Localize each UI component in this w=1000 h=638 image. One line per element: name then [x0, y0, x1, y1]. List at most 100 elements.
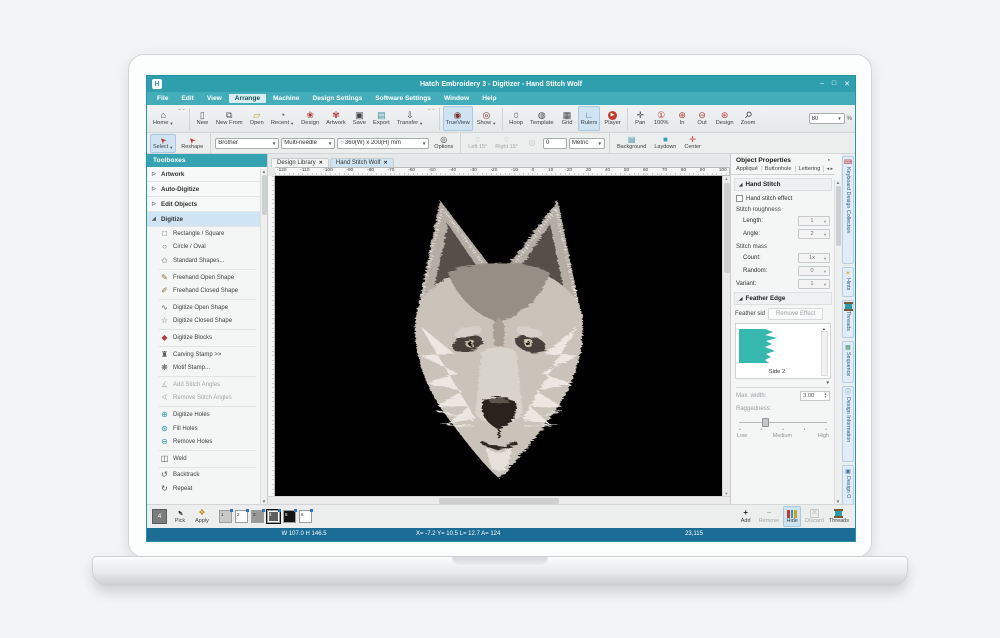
- palette-discard-button[interactable]: ✕Discard: [804, 506, 825, 527]
- doc-tab-hand-stitch-wolf[interactable]: Hand Stitch Wolf✕: [330, 158, 394, 167]
- menu-help[interactable]: Help: [476, 94, 502, 103]
- maximize-button[interactable]: □: [832, 80, 836, 88]
- color-swatch-2[interactable]: 2: [235, 510, 248, 523]
- toolbar-button-zoom[interactable]: ⚲Zoom: [738, 106, 759, 131]
- length-select[interactable]: 1▼: [798, 216, 830, 226]
- rotate-angle-input[interactable]: 0: [543, 138, 567, 149]
- random-select[interactable]: 0▼: [798, 266, 830, 276]
- tool-weld[interactable]: ◫Weld: [147, 452, 260, 466]
- color-swatch-5[interactable]: 5: [283, 510, 296, 523]
- toolbar-button-artwork[interactable]: ✾Artwork: [323, 106, 349, 131]
- toolbar-overflow-chevron[interactable]: ⌄⌄: [177, 107, 185, 111]
- toolbar-button-design[interactable]: ❀Design: [298, 106, 322, 131]
- palette-remove-button[interactable]: −Remove: [758, 506, 780, 527]
- close-tab-icon[interactable]: ✕: [319, 160, 323, 166]
- toolbar-button-laydown[interactable]: ■Laydown: [651, 134, 679, 153]
- tool-digitize-blocks[interactable]: ◆Digitize Blocks: [147, 331, 260, 345]
- variant-select[interactable]: 1▼: [798, 279, 830, 289]
- toolbar-button-new[interactable]: ▯New: [193, 106, 212, 131]
- toolbar-button-in[interactable]: ⊕In: [673, 106, 692, 131]
- toolbar-button-show[interactable]: ◎Show▼: [474, 106, 499, 131]
- menu-view[interactable]: View: [201, 94, 228, 103]
- toolbar-button-options[interactable]: ◎Options: [431, 134, 456, 153]
- combo-multi-needle[interactable]: Multi-needle▼: [281, 138, 335, 149]
- zoom-level-combo[interactable]: 80▼: [809, 113, 845, 124]
- toolbar-button-out[interactable]: ⊖Out: [693, 106, 712, 131]
- tab-lettering[interactable]: Lettering: [796, 166, 825, 172]
- menu-window[interactable]: Window: [438, 94, 475, 103]
- feather-gallery-dropdown[interactable]: ▼: [736, 380, 830, 388]
- menu-file[interactable]: File: [151, 94, 174, 103]
- toolbar-overflow-chevron[interactable]: ⌄⌄: [427, 107, 435, 111]
- raggedness-slider-thumb[interactable]: [762, 418, 769, 427]
- tab-applique[interactable]: Appliqué: [733, 166, 762, 172]
- close-tab-icon[interactable]: ✕: [383, 160, 387, 166]
- toolbar-button-right-15[interactable]: ○Right 15°: [492, 134, 521, 153]
- tool-digitize-closed-shape[interactable]: ☆Digitize Closed Shape: [147, 315, 260, 329]
- apply-color-button[interactable]: ❖Apply: [193, 506, 211, 527]
- combo-metric[interactable]: Metric▼: [569, 138, 605, 149]
- menu-machine[interactable]: Machine: [267, 94, 305, 103]
- raggedness-slider[interactable]: [739, 418, 827, 427]
- toolbar-button-reshape[interactable]: ➤Reshape: [178, 134, 206, 153]
- toolbar-button-new-from[interactable]: ⧉New From: [213, 106, 246, 131]
- toolbox-section-auto-digitize[interactable]: ▷Auto-Digitize: [147, 182, 260, 197]
- docker-tab-design-o[interactable]: ▣Design O: [842, 465, 854, 504]
- minimize-button[interactable]: –: [820, 80, 824, 88]
- hand-stitch-effect-checkbox[interactable]: [736, 195, 743, 202]
- toolbar-button-rulers[interactable]: ∟Rulers: [578, 106, 601, 131]
- toolbar-button-select[interactable]: ➤Select▼: [150, 134, 176, 153]
- angle-select[interactable]: 2▼: [798, 229, 830, 239]
- toolbar-button-hoop-small-icon[interactable]: ◎: [523, 134, 541, 153]
- tool-repeat[interactable]: ↻Repeat: [147, 482, 260, 496]
- color-swatch-6[interactable]: 6: [299, 510, 312, 523]
- toolbar-button-player[interactable]: ▶Player: [601, 106, 623, 131]
- toolbar-button-background[interactable]: ▤Background: [614, 134, 649, 153]
- feather-preview[interactable]: Side 2 ▲: [735, 323, 831, 379]
- palette-threads-button[interactable]: Threads: [828, 506, 850, 527]
- count-select[interactable]: 1x▼: [798, 253, 830, 263]
- tool-motif-stamp[interactable]: ❋Motif Stamp...: [147, 361, 260, 375]
- tool-remove-stitch-angles[interactable]: ∢Remove Stitch Angles: [147, 392, 260, 406]
- tool-add-stitch-angles[interactable]: ∡Add Stitch Angles: [147, 378, 260, 392]
- toolbox-section-digitize[interactable]: ◢Digitize: [147, 212, 260, 227]
- menu-arrange[interactable]: Arrange: [229, 94, 266, 103]
- docker-tab-hints[interactable]: ☀Hints: [842, 267, 854, 297]
- docker-tab-keyboard-design-collection[interactable]: ⌨Keyboard Design Collection: [842, 156, 854, 264]
- docker-tab-design-information[interactable]: ⓘDesign Information: [842, 386, 854, 462]
- pick-color-button[interactable]: ✒Pick: [171, 506, 189, 527]
- toolbar-button-template[interactable]: ◍Template: [527, 106, 557, 131]
- tool-standard-shapes[interactable]: ✩Standard Shapes...: [147, 254, 260, 268]
- toolbar-button-left-15[interactable]: ○Left 15°: [465, 134, 490, 153]
- combo-brother[interactable]: Brother▼: [215, 138, 279, 149]
- tool-digitize-open-shape[interactable]: ∿Digitize Open Shape: [147, 301, 260, 315]
- toolbar-button-save[interactable]: ▣Save: [350, 106, 369, 131]
- combo-360-w-x-200-h-mm[interactable]: ○360(W) x 200(H) mm▼: [337, 138, 429, 149]
- toolbar-button-100[interactable]: ①100%: [651, 106, 672, 131]
- tool-freehand-open-shape[interactable]: ✎Freehand Open Shape: [147, 271, 260, 285]
- tab-scroll-arrows[interactable]: ◂ ▸: [827, 166, 833, 172]
- tool-circle-oval[interactable]: ○Circle / Oval: [147, 241, 260, 255]
- docker-tab-threads[interactable]: Threads: [842, 300, 854, 338]
- wolf-design[interactable]: [391, 188, 607, 484]
- tab-buttonhole[interactable]: Buttonhole: [762, 166, 796, 172]
- tool-rectangle-square[interactable]: □Rectangle / Square: [147, 227, 260, 241]
- doc-tab-design-library[interactable]: Design Library✕: [271, 158, 329, 167]
- max-width-input[interactable]: 3.00 ▲▼: [800, 391, 830, 401]
- tool-fill-holes[interactable]: ⊛Fill Holes: [147, 422, 260, 436]
- tool-digitize-holes[interactable]: ⊕Digitize Holes: [147, 408, 260, 422]
- tool-freehand-closed-shape[interactable]: ✐Freehand Closed Shape: [147, 284, 260, 298]
- toolbar-button-trueview[interactable]: ◉TrueView: [443, 106, 473, 131]
- feather-edge-section-header[interactable]: Feather Edge: [734, 292, 832, 305]
- feather-gallery-scrollbar[interactable]: ▲: [820, 326, 828, 376]
- toolbar-button-design[interactable]: ⊛Design: [713, 106, 737, 131]
- docker-tab-sequence[interactable]: ▦Sequence: [842, 341, 854, 383]
- remove-effect-button[interactable]: Remove Effect: [768, 308, 823, 320]
- toolbar-button-export[interactable]: ▤Export: [370, 106, 393, 131]
- menu-design-settings[interactable]: Design Settings: [306, 94, 368, 103]
- object-properties-scrollbar[interactable]: ▲▼: [834, 180, 841, 504]
- palette-add-button[interactable]: +Add: [737, 506, 755, 527]
- toolbar-button-open[interactable]: ▱Open: [247, 106, 267, 131]
- tool-carving-stamp[interactable]: ♜Carving Stamp >>: [147, 348, 260, 362]
- color-swatch-3[interactable]: 3: [251, 510, 264, 523]
